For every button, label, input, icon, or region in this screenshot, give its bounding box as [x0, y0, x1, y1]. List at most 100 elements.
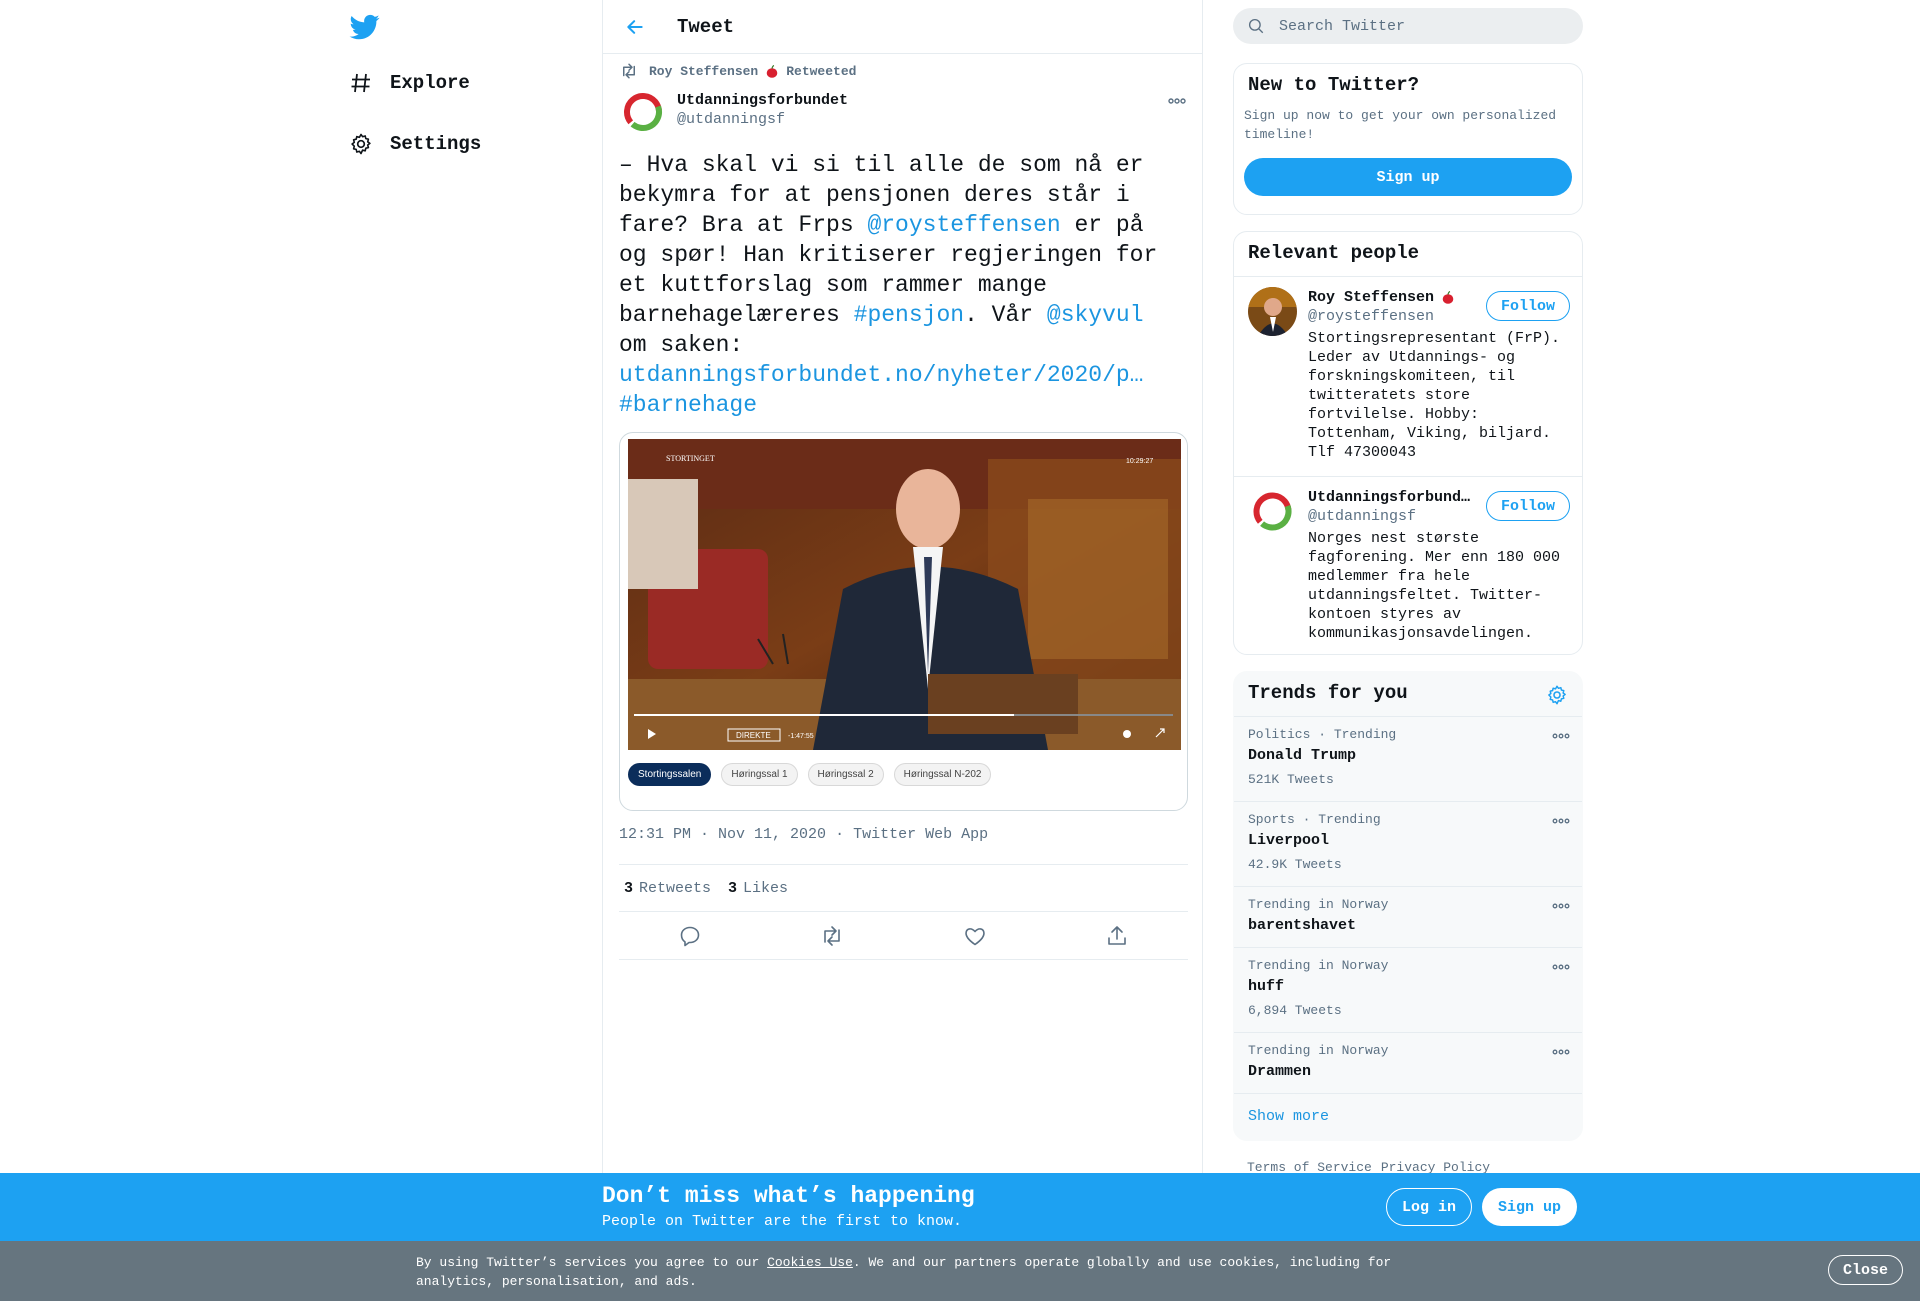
trends-settings-gear-icon[interactable] [1546, 684, 1568, 706]
trend-meta: Politics · Trending [1248, 727, 1397, 742]
trend-meta: Trending in Norway [1248, 897, 1389, 912]
like-stat[interactable]: 3 Likes [723, 880, 788, 897]
twitter-logo-icon[interactable] [348, 12, 382, 42]
trend-count: 6,894 Tweets [1248, 1003, 1342, 1018]
login-button[interactable]: Log in [1386, 1188, 1473, 1226]
trend-meta: Trending in Norway [1248, 958, 1389, 973]
trend-name: Drammen [1248, 1063, 1312, 1080]
video-player[interactable]: STORTINGET 10:29:27 DIREKTE -1:47:55 [628, 439, 1181, 750]
video-channel-tabs: Stortingssalen Høringssal 1 Høringssal 2… [628, 763, 992, 786]
person-avatar[interactable] [1248, 287, 1297, 336]
person-avatar[interactable] [1248, 487, 1297, 536]
follow-button[interactable]: Follow [1485, 291, 1570, 321]
signup-banner: Don’t miss what’s happening People on Tw… [0, 1173, 1920, 1241]
person-name-text: Utdanningsforbundet [1308, 489, 1473, 506]
like-stat-label: Likes [743, 879, 789, 897]
tweet-header: Tweet [603, 0, 1202, 54]
retweet-count: 3 [624, 879, 634, 897]
more-options-icon[interactable] [1552, 962, 1570, 972]
hashtag-link[interactable]: #barnehage [619, 392, 757, 418]
channel-tab[interactable]: Høringssal 1 [721, 763, 798, 786]
trend-item[interactable]: Trending in Norway Drammen [1234, 1032, 1582, 1093]
trend-item[interactable]: Politics · Trending Donald Trump 521K Tw… [1234, 716, 1582, 801]
nav-settings-label: Settings [390, 133, 482, 155]
signup-button[interactable]: Sign up [1482, 1188, 1578, 1226]
hashtag-link[interactable]: #pensjon [854, 302, 964, 328]
search-icon [1248, 18, 1264, 34]
retweet-action-icon[interactable] [820, 924, 844, 948]
tweet-text: – Hva skal vi si til alle de som nå er b… [619, 150, 1179, 420]
like-heart-icon[interactable] [963, 924, 987, 948]
cookie-text: By using Twitter’s services you agree to… [416, 1253, 1416, 1291]
search-bar[interactable] [1233, 8, 1583, 44]
relevant-people-title: Relevant people [1248, 242, 1420, 264]
nav-settings[interactable]: Settings [346, 129, 481, 159]
tweet-text-part: . Vår [964, 302, 1047, 328]
mention-link[interactable]: @roysteffensen [867, 212, 1060, 238]
sidebar-signup-button[interactable]: Sign up [1244, 158, 1572, 196]
more-options-icon[interactable] [1552, 731, 1570, 741]
more-options-icon[interactable] [1166, 94, 1188, 108]
channel-tab[interactable]: Høringssal 2 [807, 763, 884, 786]
page: Explore Settings Tweet Roy Steffensen Re… [0, 0, 1920, 1301]
person-name-text: Roy Steffensen [1308, 289, 1435, 306]
tweet-source[interactable]: Twitter Web App [853, 826, 988, 843]
person-card[interactable]: Roy Steffensen @roysteffensen Stortingsr… [1234, 276, 1582, 476]
mention-link[interactable]: @skyvul [1047, 302, 1144, 328]
tweet-text-part: om saken: [619, 332, 744, 358]
retweeter-name: Roy Steffensen [649, 63, 759, 79]
video-logo-text: STORTINGET [666, 454, 715, 463]
nav-explore[interactable]: Explore [346, 68, 470, 98]
author-handle: @utdanningsf [677, 111, 786, 128]
retweeted-by[interactable]: Roy Steffensen Retweeted [619, 62, 856, 80]
person-handle: @roysteffensen [1308, 308, 1435, 325]
trends-card: Trends for you Politics · Trending Donal… [1233, 671, 1583, 1141]
more-options-icon[interactable] [1552, 816, 1570, 826]
author-name: Utdanningsforbundet [677, 92, 849, 109]
trend-meta: Trending in Norway [1248, 1043, 1389, 1058]
person-handle: @utdanningsf [1308, 508, 1417, 525]
search-input[interactable] [1279, 17, 1549, 35]
trend-name: Donald Trump [1248, 747, 1357, 764]
cookie-close-button[interactable]: Close [1828, 1255, 1904, 1285]
channel-tab[interactable]: Stortingssalen [628, 763, 712, 786]
page-title: Tweet [677, 15, 735, 38]
back-arrow-icon[interactable] [617, 9, 653, 45]
show-more-row[interactable]: Show more [1234, 1093, 1582, 1140]
hashtag-icon [346, 68, 376, 98]
trend-count: 42.9K Tweets [1248, 857, 1342, 872]
gear-icon [346, 129, 376, 159]
trend-item[interactable]: Sports · Trending Liverpool 42.9K Tweets [1234, 801, 1582, 886]
trend-name: huff [1248, 978, 1285, 995]
trend-meta: Sports · Trending [1248, 812, 1381, 827]
tweet-timestamp: 12:31 PM · Nov 11, 2020 · Twitter Web Ap… [619, 826, 989, 843]
tweet-time[interactable]: 12:31 PM [619, 826, 691, 843]
tweet-date[interactable]: Nov 11, 2020 [718, 826, 826, 843]
cookie-banner: By using Twitter’s services you agree to… [0, 1241, 1920, 1301]
reply-icon[interactable] [678, 924, 702, 948]
signup-banner-subtitle: People on Twitter are the first to know. [602, 1213, 963, 1230]
nav-explore-label: Explore [390, 72, 470, 94]
retweet-stat-label: Retweets [639, 879, 712, 897]
share-icon[interactable] [1105, 924, 1129, 948]
show-more-link[interactable]: Show more [1248, 1108, 1329, 1125]
url-link[interactable]: utdanningsforbundet.no/nyheter/2020/p… [619, 362, 1144, 388]
tweet-column: Tweet Roy Steffensen Retweeted Utdanning… [602, 0, 1203, 1301]
person-bio: Stortingsrepresentant (FrP). Leder av Ut… [1308, 330, 1561, 461]
tweet-media[interactable]: STORTINGET 10:29:27 DIREKTE -1:47:55 Sto… [619, 432, 1188, 811]
more-options-icon[interactable] [1552, 901, 1570, 911]
follow-button[interactable]: Follow [1485, 491, 1570, 521]
author-avatar[interactable] [619, 88, 667, 136]
trends-title: Trends for you [1248, 682, 1408, 704]
apple-emoji-icon [1442, 291, 1454, 304]
trend-item[interactable]: Trending in Norway barentshavet [1234, 886, 1582, 947]
trend-item[interactable]: Trending in Norway huff 6,894 Tweets [1234, 947, 1582, 1032]
cookies-use-link[interactable]: Cookies Use [767, 1255, 853, 1270]
retweeted-label: Retweeted [786, 63, 857, 79]
tweet-actions [619, 912, 1188, 960]
retweet-stat[interactable]: 3 Retweets [619, 880, 711, 897]
channel-tab[interactable]: Høringssal N-202 [893, 763, 992, 786]
tweet-author[interactable]: Utdanningsforbundet @utdanningsf [619, 88, 848, 136]
person-card[interactable]: Utdanningsforbundet @utdanningsf Norges … [1234, 476, 1582, 654]
more-options-icon[interactable] [1552, 1047, 1570, 1057]
